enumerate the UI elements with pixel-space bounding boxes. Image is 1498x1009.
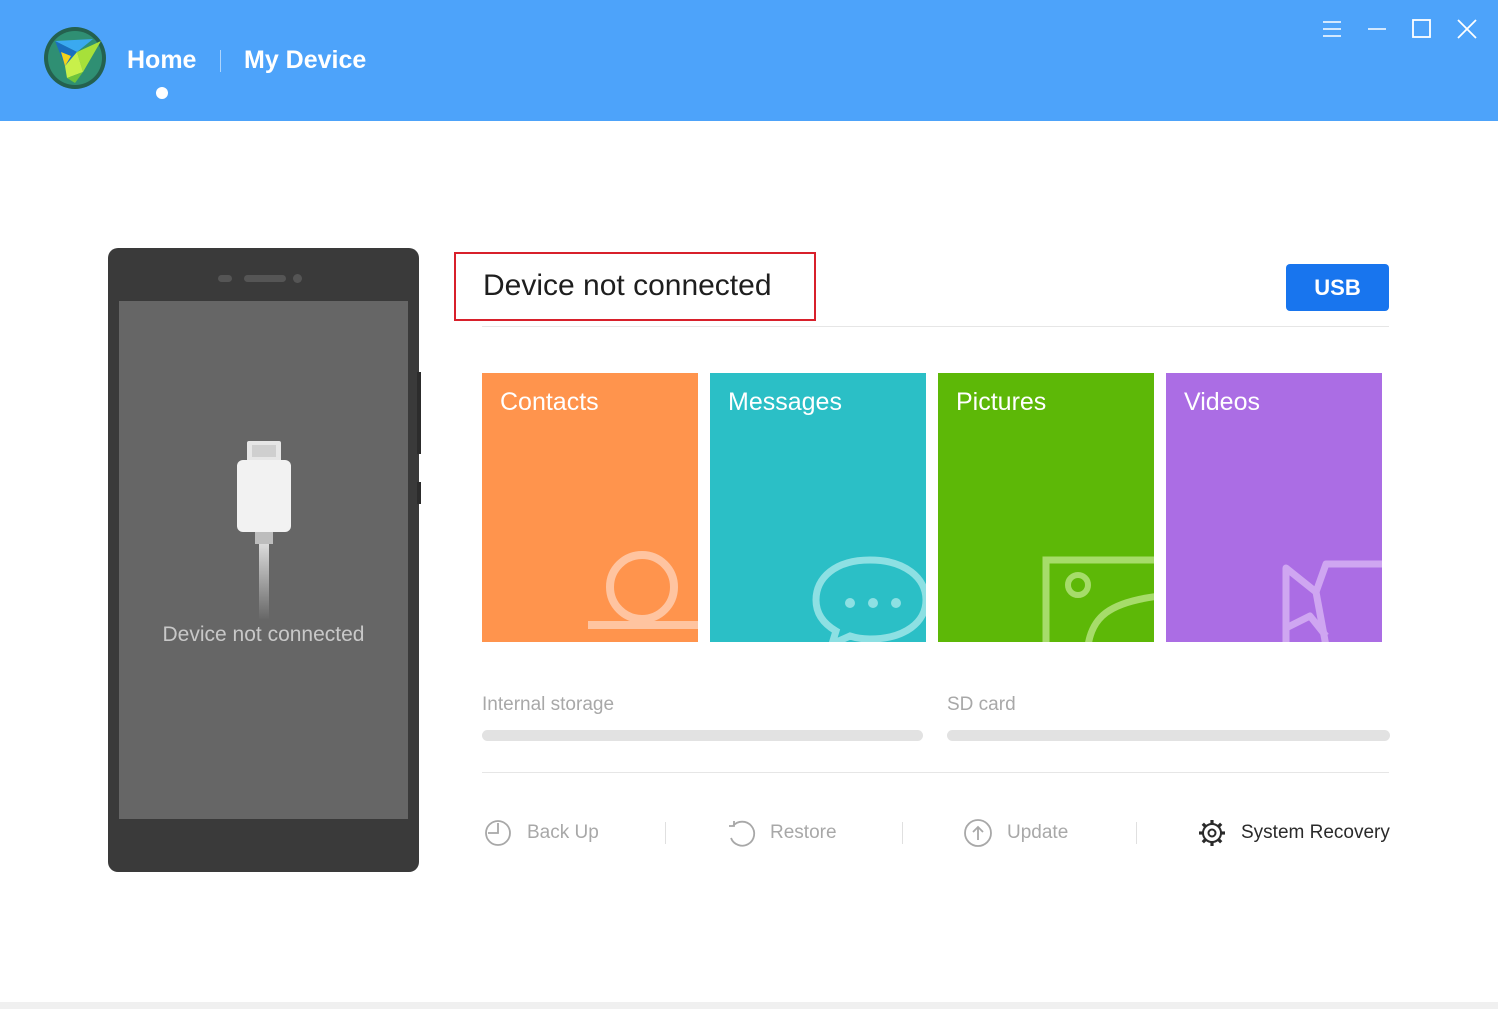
tile-contacts-label: Contacts — [500, 388, 599, 416]
menu-icon[interactable] — [1317, 14, 1347, 44]
internal-storage-label: Internal storage — [482, 694, 615, 715]
title-bar: Home My Device — [0, 0, 1498, 121]
backup-icon — [485, 820, 511, 846]
app-logo — [44, 27, 106, 89]
phone-camera — [293, 274, 302, 283]
tile-videos[interactable]: Videos — [1166, 373, 1382, 642]
pictures-icon — [1042, 556, 1154, 642]
tile-pictures[interactable]: Pictures — [938, 373, 1154, 642]
videos-icon — [1282, 560, 1382, 642]
update-label: Update — [1007, 822, 1069, 843]
gear-icon — [1199, 820, 1225, 846]
maximize-icon[interactable] — [1407, 14, 1437, 44]
phone-side-button — [417, 482, 421, 504]
sd-card-storage-bar — [947, 730, 1390, 741]
minimize-icon[interactable] — [1362, 14, 1392, 44]
phone-side-button — [417, 372, 421, 454]
backup-label: Back Up — [527, 822, 599, 843]
tile-pictures-label: Pictures — [956, 388, 1047, 416]
active-tab-indicator — [156, 87, 168, 99]
nav-divider — [220, 50, 221, 72]
nav-home-tab[interactable]: Home — [127, 46, 196, 75]
internal-storage-bar — [482, 730, 923, 741]
app-window: Home My Device Device not connected Devi… — [0, 0, 1498, 1009]
update-button[interactable]: Update — [962, 815, 1068, 851]
system-recovery-label: System Recovery — [1241, 822, 1390, 843]
restore-label: Restore — [770, 822, 837, 843]
usb-cable-icon — [237, 441, 291, 620]
sd-card-label: SD card — [947, 694, 1016, 715]
restore-button[interactable]: Restore — [725, 815, 837, 851]
tile-contacts[interactable]: Contacts — [482, 373, 698, 642]
divider — [482, 772, 1389, 773]
tile-messages-label: Messages — [728, 388, 842, 416]
restore-icon — [729, 820, 756, 847]
usb-connect-button[interactable]: USB — [1286, 264, 1389, 311]
action-divider — [665, 822, 666, 844]
phone-speaker — [244, 275, 286, 282]
update-icon — [964, 819, 992, 847]
divider — [482, 326, 1389, 327]
action-divider — [902, 822, 903, 844]
system-recovery-button[interactable]: System Recovery — [1196, 815, 1390, 851]
nav-my-device-tab[interactable]: My Device — [244, 46, 366, 75]
action-divider — [1136, 822, 1137, 844]
close-icon[interactable] — [1452, 14, 1482, 44]
messages-icon — [812, 556, 926, 642]
connection-status-title: Device not connected — [483, 269, 772, 302]
tile-messages[interactable]: Messages — [710, 373, 926, 642]
phone-sensor — [218, 275, 232, 282]
tile-videos-label: Videos — [1184, 388, 1260, 416]
status-strip — [0, 1002, 1498, 1009]
backup-button[interactable]: Back Up — [482, 815, 599, 851]
contacts-icon — [588, 551, 698, 630]
phone-status-text: Device not connected — [162, 623, 365, 646]
